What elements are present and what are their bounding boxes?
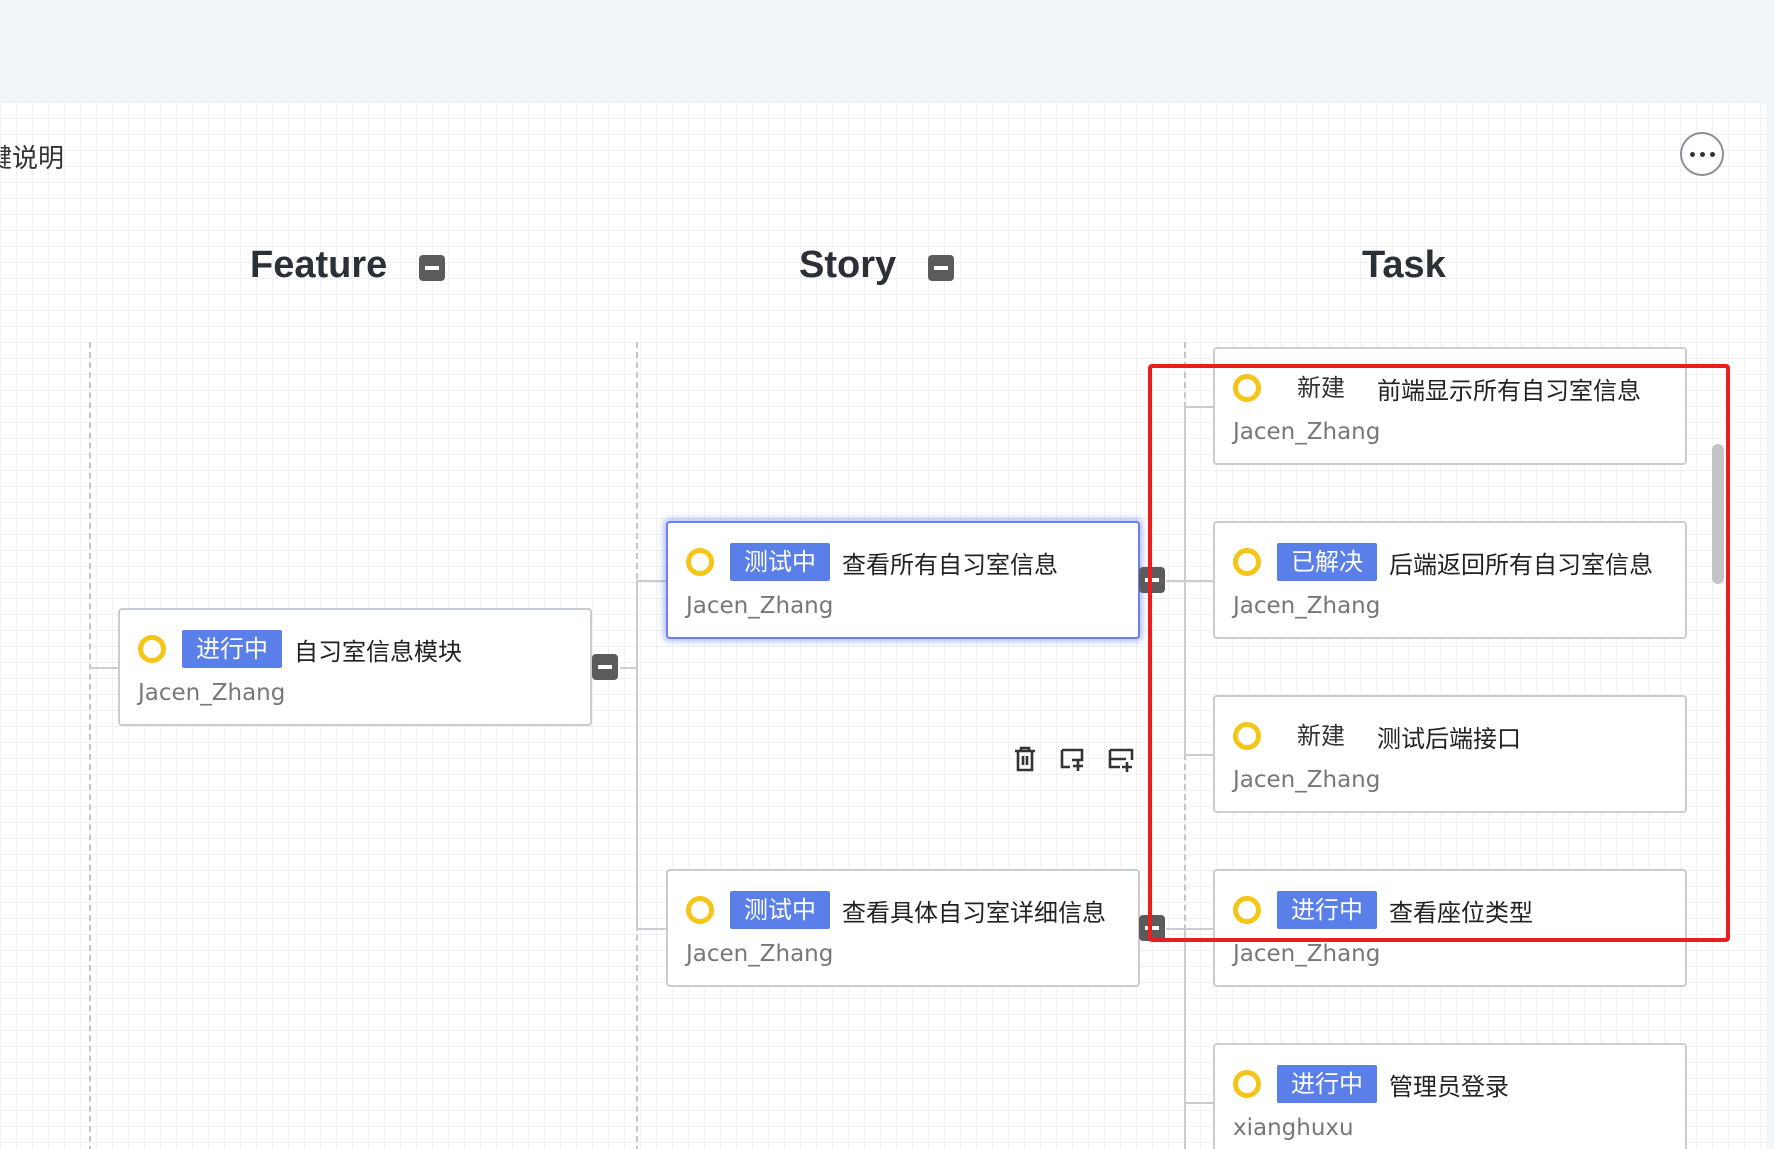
task-card[interactable]: 进行中 管理员登录 xianghuxu (1213, 1043, 1687, 1149)
connector (636, 928, 668, 930)
status-ring-icon (686, 548, 714, 576)
delete-icon[interactable] (1012, 745, 1038, 773)
mindmap-canvas[interactable]: 键说明 Feature Story Task 进行中 自习室信息模块 Jacen… (0, 102, 1766, 1149)
connector (636, 580, 638, 930)
column-header-feature: Feature (250, 244, 446, 287)
card-assignee: Jacen_Zhang (686, 941, 834, 967)
add-sibling-icon[interactable] (1108, 745, 1134, 773)
card-title: 查看所有自习室信息 (842, 550, 1058, 579)
node-toolbar (1012, 745, 1134, 773)
card-assignee: Jacen_Zhang (1233, 941, 1381, 967)
highlight-annotation-box (1148, 364, 1730, 942)
column-guide (89, 342, 91, 1149)
connector (1184, 928, 1186, 1149)
story-card[interactable]: 测试中 查看所有自习室信息 Jacen_Zhang (666, 521, 1140, 639)
column-title: Story (799, 244, 897, 286)
card-title: 自习室信息模块 (294, 637, 462, 666)
collapse-column-button[interactable] (928, 254, 955, 281)
column-header-task: Task (1362, 244, 1446, 287)
canvas-title: 键说明 (0, 144, 65, 174)
column-title: Feature (250, 244, 388, 286)
column-header-story: Story (799, 244, 955, 287)
status-badge: 测试中 (730, 543, 830, 581)
connector (89, 667, 119, 669)
status-ring-icon (138, 635, 166, 663)
status-ring-icon (1233, 1070, 1261, 1098)
add-child-icon[interactable] (1060, 745, 1086, 773)
more-options-button[interactable] (1680, 132, 1724, 176)
connector (636, 580, 668, 582)
connector (1184, 1102, 1216, 1104)
status-ring-icon (686, 896, 714, 924)
status-badge: 进行中 (182, 630, 282, 668)
collapse-column-button[interactable] (419, 254, 446, 281)
feature-card[interactable]: 进行中 自习室信息模块 Jacen_Zhang (118, 608, 592, 726)
card-assignee: Jacen_Zhang (686, 593, 834, 619)
collapse-node-button[interactable] (592, 654, 618, 680)
column-title: Task (1362, 244, 1446, 286)
card-title: 查看具体自习室详细信息 (842, 898, 1106, 927)
story-card[interactable]: 测试中 查看具体自习室详细信息 Jacen_Zhang (666, 869, 1140, 987)
card-title: 管理员登录 (1389, 1072, 1509, 1101)
card-assignee: xianghuxu (1233, 1115, 1354, 1141)
status-badge: 测试中 (730, 891, 830, 929)
status-badge: 进行中 (1277, 1065, 1377, 1103)
card-assignee: Jacen_Zhang (138, 680, 286, 706)
